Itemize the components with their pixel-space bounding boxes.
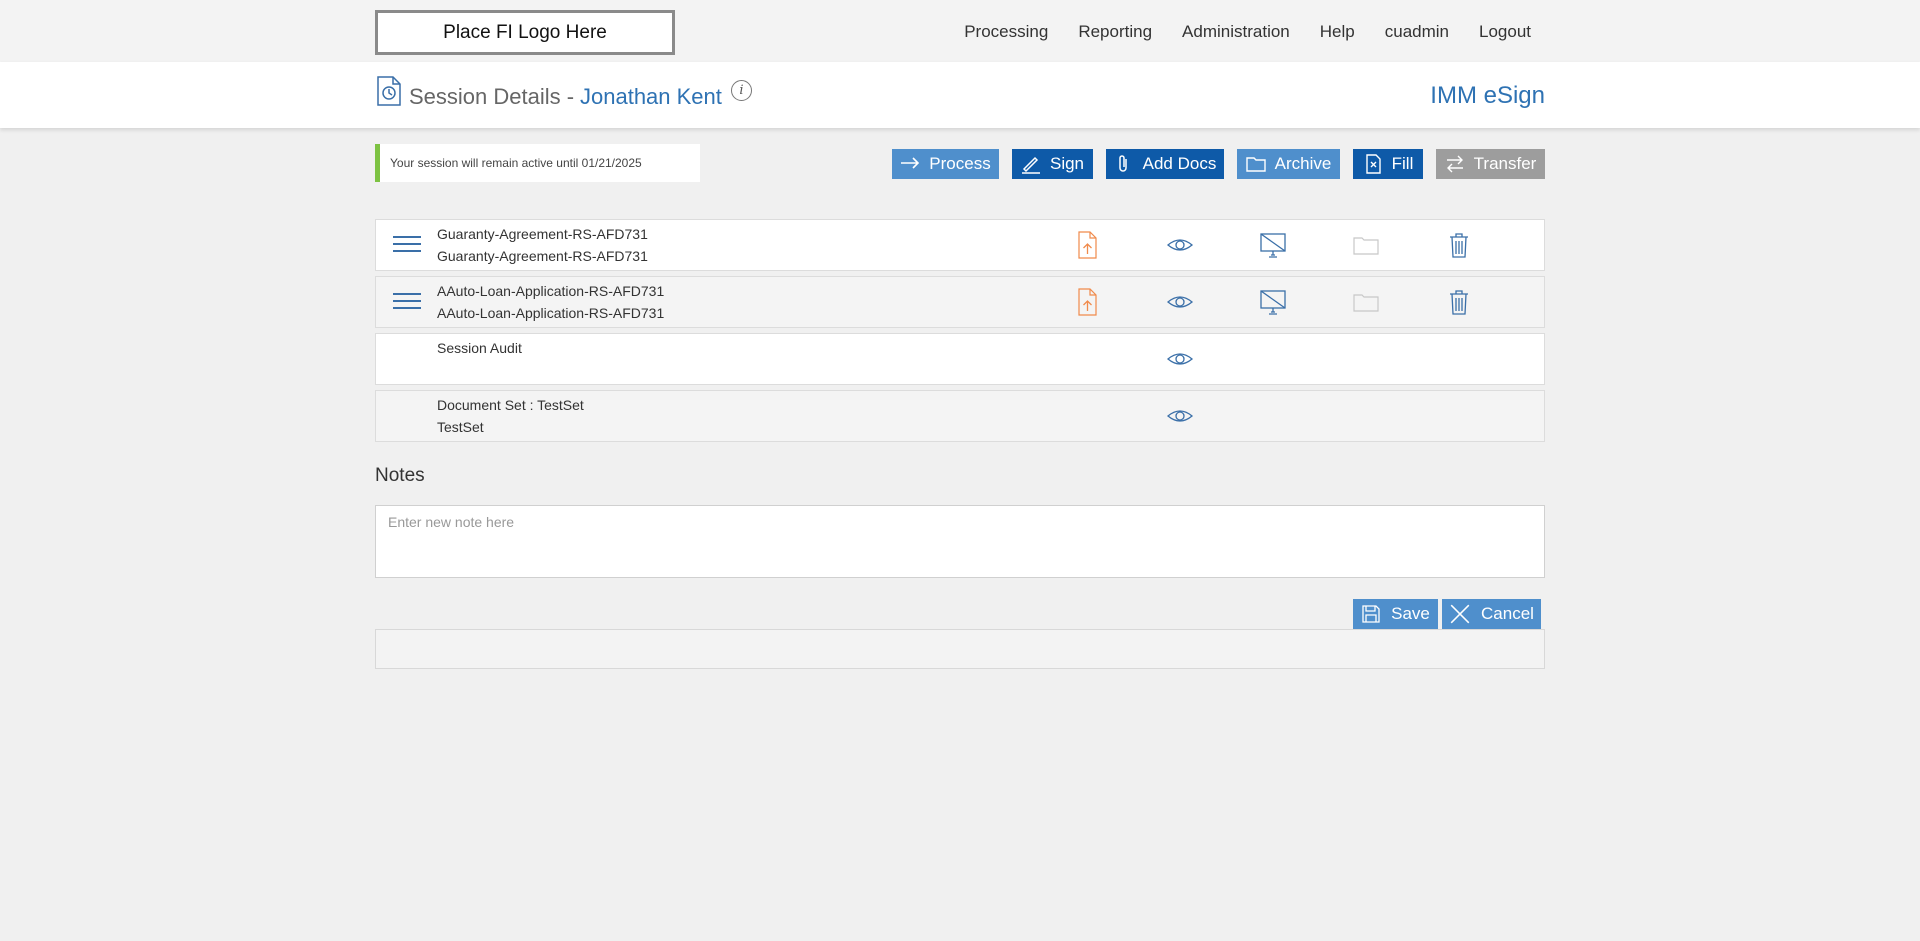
- add-docs-label: Add Docs: [1142, 154, 1217, 173]
- document-title: Guaranty-Agreement-RS-AFD731: [437, 226, 648, 242]
- transfer-label: Transfer: [1473, 154, 1537, 173]
- top-bar: Place FI Logo Here Processing Reporting …: [0, 0, 1920, 62]
- brand-name: IMM eSign: [1430, 82, 1545, 109]
- eye-icon[interactable]: [1165, 230, 1195, 260]
- sign-label: Sign: [1049, 154, 1085, 173]
- document-title: Session Audit: [437, 340, 522, 356]
- form-fill-icon: [1365, 154, 1381, 174]
- document-row: Guaranty-Agreement-RS-AFD731 Guaranty-Ag…: [375, 219, 1545, 271]
- notes-list-area: [375, 629, 1545, 669]
- action-toolbar: Process Sign Add Docs Archive Fill Trans…: [0, 149, 1920, 179]
- info-icon[interactable]: i: [731, 80, 752, 101]
- no-display-icon[interactable]: [1258, 287, 1288, 317]
- transfer-button[interactable]: Transfer: [1436, 149, 1545, 179]
- document-subtitle: TestSet: [437, 419, 484, 435]
- document-row: Document Set : TestSet TestSet: [375, 390, 1545, 442]
- document-row: AAuto-Loan-Application-RS-AFD731 AAuto-L…: [375, 276, 1545, 328]
- notes-heading: Notes: [375, 465, 425, 486]
- process-button[interactable]: Process: [892, 149, 999, 179]
- no-display-icon[interactable]: [1258, 230, 1288, 260]
- folder-icon[interactable]: [1351, 230, 1381, 260]
- nav-administration[interactable]: Administration: [1182, 22, 1290, 42]
- archive-button[interactable]: Archive: [1237, 149, 1340, 179]
- note-input[interactable]: [375, 505, 1545, 578]
- session-history-icon: [376, 76, 402, 106]
- logo-placeholder: Place FI Logo Here: [375, 10, 675, 55]
- nav-help[interactable]: Help: [1320, 22, 1355, 42]
- archive-label: Archive: [1274, 154, 1332, 173]
- cancel-button[interactable]: Cancel: [1442, 599, 1541, 629]
- eye-icon[interactable]: [1165, 344, 1195, 374]
- nav-user[interactable]: cuadmin: [1385, 22, 1449, 42]
- fill-label: Fill: [1391, 154, 1414, 173]
- document-title: Document Set : TestSet: [437, 397, 584, 413]
- title-band: Session Details - Jonathan Kent i IMM eS…: [0, 62, 1920, 128]
- drag-handle-icon[interactable]: [393, 236, 421, 256]
- document-subtitle: AAuto-Loan-Application-RS-AFD731: [437, 305, 665, 321]
- add-docs-button[interactable]: Add Docs: [1106, 149, 1224, 179]
- save-button[interactable]: Save: [1353, 599, 1438, 629]
- paperclip-icon: [1118, 155, 1127, 172]
- main-nav: Processing Reporting Administration Help…: [964, 22, 1531, 42]
- client-name: Jonathan Kent: [580, 84, 722, 109]
- document-subtitle: Guaranty-Agreement-RS-AFD731: [437, 248, 648, 264]
- nav-processing[interactable]: Processing: [964, 22, 1048, 42]
- fill-button[interactable]: Fill: [1353, 149, 1423, 179]
- nav-reporting[interactable]: Reporting: [1078, 22, 1152, 42]
- eye-icon[interactable]: [1165, 287, 1195, 317]
- upload-file-icon[interactable]: [1072, 230, 1102, 260]
- folder-icon: [1245, 157, 1266, 172]
- page-title: Session Details -: [409, 84, 575, 109]
- document-title: AAuto-Loan-Application-RS-AFD731: [437, 283, 665, 299]
- save-label: Save: [1391, 604, 1430, 623]
- floppy-disk-icon: [1362, 605, 1380, 623]
- folder-icon[interactable]: [1351, 287, 1381, 317]
- pen-icon: [1021, 156, 1040, 174]
- trash-icon[interactable]: [1444, 230, 1474, 260]
- close-icon: [1450, 604, 1470, 624]
- trash-icon[interactable]: [1444, 287, 1474, 317]
- arrow-right-icon: [901, 157, 920, 169]
- document-row: Session Audit: [375, 333, 1545, 385]
- upload-file-icon[interactable]: [1072, 287, 1102, 317]
- process-label: Process: [929, 154, 991, 173]
- eye-icon[interactable]: [1165, 401, 1195, 431]
- nav-logout[interactable]: Logout: [1479, 22, 1531, 42]
- sign-button[interactable]: Sign: [1012, 149, 1093, 179]
- drag-handle-icon[interactable]: [393, 293, 421, 313]
- transfer-icon: [1446, 155, 1463, 173]
- cancel-label: Cancel: [1481, 604, 1534, 623]
